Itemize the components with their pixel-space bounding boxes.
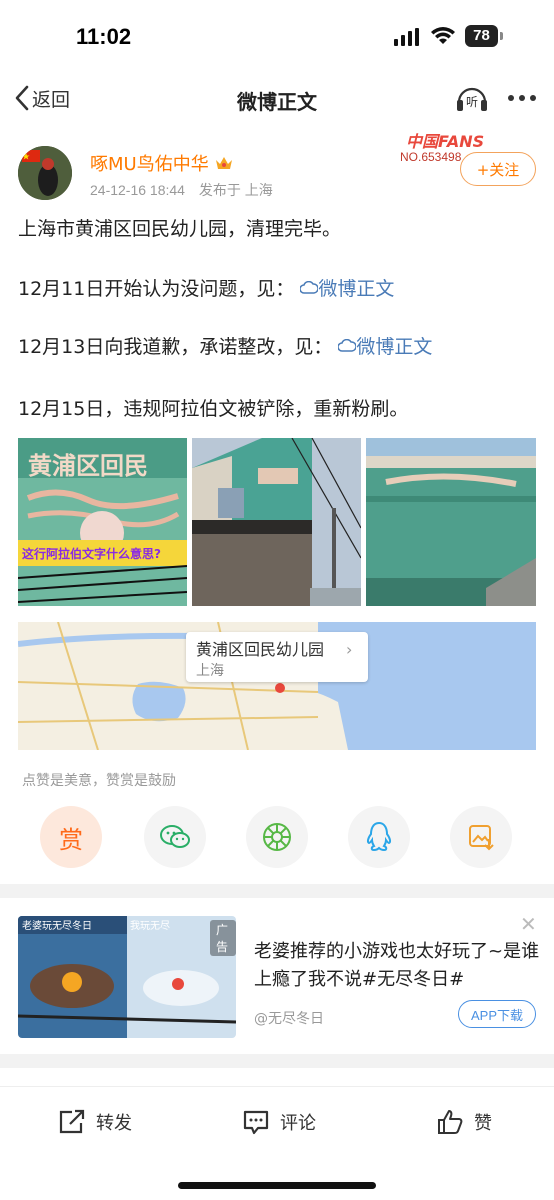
ad-source[interactable]: @无尽冬日 (254, 1008, 324, 1028)
post-photo[interactable] (366, 438, 536, 606)
post-paragraph: 12月13日向我道歉，承诺整改，见： 微博正文 (18, 332, 432, 359)
photo-overlay-text: 这行阿拉伯文字什么意思? (22, 546, 161, 561)
location-city: 上海 (196, 663, 224, 679)
post-paragraph: 上海市黄浦区回民幼儿园，清理完毕。 (18, 214, 341, 241)
ad-image-left-caption: 老婆玩无尽冬日 (22, 919, 92, 932)
post-photo[interactable] (192, 438, 361, 606)
section-divider (0, 884, 554, 898)
thumbs-up-icon (438, 1110, 463, 1134)
app-download-button[interactable]: APP下载 (458, 1000, 536, 1028)
weibo-post-link[interactable]: 微博正文 (337, 336, 433, 358)
battery-level: 78 (465, 25, 498, 47)
post-header: 啄MU鸟佑中华 24-12-16 18:44 发布于 上海 中国FANS NO.… (0, 126, 554, 206)
ad-image-right-caption: 我玩无尽 (130, 920, 170, 932)
listen-label: 听 (466, 95, 478, 109)
follow-button[interactable]: +关注 (460, 152, 536, 186)
status-time: 11:02 (76, 24, 132, 49)
paragraph-text: 12月13日向我道歉，承诺整改，见： (18, 336, 333, 358)
ad-tag: 广告 (210, 920, 236, 956)
avatar-bird-image (18, 146, 72, 200)
repost-label: 转发 (96, 1113, 132, 1134)
link-text: 微博正文 (318, 278, 395, 300)
location-label[interactable]: 黄浦区回民幼儿园 上海 › (186, 632, 368, 682)
ad-image[interactable]: 老婆玩无尽冬日 我玩无尽 广告 (18, 916, 236, 1038)
avatar[interactable] (18, 146, 72, 200)
weibo-post-link[interactable]: 微博正文 (299, 278, 395, 300)
paragraph-text: 上海市黄浦区回民幼儿园，清理完毕。 (18, 218, 342, 240)
repost-icon (59, 1109, 85, 1134)
ad-text[interactable]: 老婆推荐的小游戏也太好玩了~是谁上瘾了我不说#无尽冬日# (254, 938, 540, 994)
chevron-right-icon: › (346, 640, 353, 659)
post-meta: 24-12-16 18:44 发布于 上海 (90, 180, 283, 200)
bottom-action-bar: 转发 评论 赞 (0, 1086, 554, 1156)
status-bar: 11:02 78 (0, 0, 554, 72)
link-cloud-icon (337, 338, 358, 352)
listen-headphones-icon[interactable]: 听 (455, 82, 489, 114)
moments-icon (263, 823, 291, 851)
link-cloud-icon (299, 280, 320, 294)
post-paragraph: 12月11日开始认为没问题，见： 微博正文 (18, 274, 394, 301)
share-moments-button[interactable] (246, 806, 308, 868)
location-map[interactable]: 黄浦区回民幼儿园 上海 › (18, 622, 536, 750)
reward-note: 点赞是美意，赞赏是鼓励 (22, 773, 176, 789)
sign-text: 黄浦区回民 (28, 452, 148, 480)
nav-bar: 返回 微博正文 听 (0, 72, 554, 124)
wechat-icon (160, 825, 190, 848)
qq-icon (366, 821, 392, 852)
wifi-icon (431, 27, 455, 44)
post-location-source: 发布于 上海 (198, 182, 273, 198)
comment-button[interactable]: 评论 (242, 1105, 316, 1139)
home-indicator[interactable] (178, 1182, 376, 1189)
post-date: 24-12-16 18:44 (90, 182, 185, 198)
battery-icon: 78 (465, 25, 503, 47)
comment-icon (243, 1110, 269, 1135)
save-image-button[interactable] (450, 806, 512, 868)
username[interactable]: 啄MU鸟佑中华 (90, 150, 233, 176)
reward-label: 赏 (59, 825, 83, 854)
share-wechat-button[interactable] (144, 806, 206, 868)
ad-card[interactable]: 老婆玩无尽冬日 我玩无尽 广告 ✕ 老婆推荐的小游戏也太好玩了~是谁上瘾了我不说… (0, 898, 554, 1054)
crown-badge-icon (215, 157, 232, 169)
location-title: 黄浦区回民幼儿园 (196, 640, 325, 659)
more-icon[interactable] (505, 84, 539, 112)
close-icon[interactable]: ✕ (520, 912, 537, 936)
save-image-icon (469, 825, 494, 851)
comment-label: 评论 (280, 1113, 316, 1134)
link-text: 微博正文 (356, 336, 433, 358)
fans-badge-number: NO.653498 (400, 150, 462, 164)
share-row: 赏 (0, 806, 554, 872)
username-text: 啄MU鸟佑中华 (90, 154, 209, 175)
post-paragraph: 12月15日，违规阿拉伯文被铲除，重新粉刷。 (18, 394, 408, 421)
share-qq-button[interactable] (348, 806, 410, 868)
post-photo[interactable]: 黄浦区回民 这行阿拉伯文字什么意思? (18, 438, 187, 606)
like-button[interactable]: 赞 (436, 1105, 492, 1139)
location-pin-icon (275, 683, 285, 693)
section-divider (0, 1054, 554, 1068)
cellular-signal-icon (394, 28, 419, 46)
reward-button[interactable]: 赏 (40, 806, 102, 868)
paragraph-text: 12月15日，违规阿拉伯文被铲除，重新粉刷。 (18, 398, 409, 420)
like-label: 赞 (474, 1113, 492, 1134)
paragraph-text: 12月11日开始认为没问题，见： (18, 278, 295, 300)
fans-badge-title: 中国FANS (406, 132, 485, 151)
repost-button[interactable]: 转发 (58, 1105, 132, 1139)
